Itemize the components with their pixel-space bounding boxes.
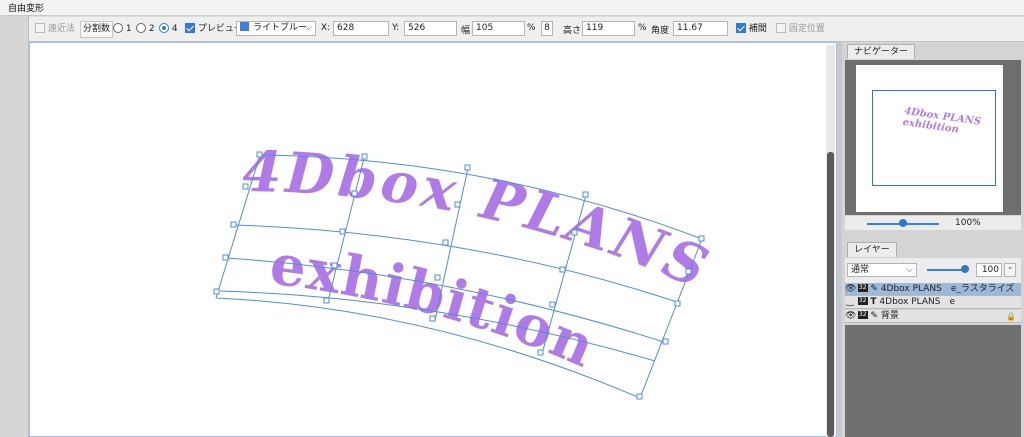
opacity-spin-icon[interactable]: ⌃	[1004, 263, 1016, 277]
layer-row[interactable]: 👁 32 ✎ 背景 🔒	[845, 310, 1021, 323]
angle-input[interactable]: 11.67	[673, 21, 728, 36]
blend-mode-value: 通常	[851, 265, 870, 275]
division-radio-2[interactable]: 2	[136, 22, 155, 36]
lock-icon[interactable]: 🔒	[1006, 310, 1016, 323]
pencil-icon: ✎	[870, 311, 878, 321]
layer-name: 4Dbox PLANS e_ラスタライズ	[880, 284, 1015, 294]
opacity-slider-track[interactable]	[927, 269, 965, 271]
radio-label: 4	[171, 24, 178, 34]
color-swatch	[240, 22, 249, 31]
window-title: 自由変形	[8, 4, 45, 14]
perspective-checkbox[interactable]: 遠近法	[35, 22, 75, 36]
height-label: 高さ	[563, 26, 582, 36]
radio-selected-icon	[159, 22, 169, 33]
zoom-value: 100%	[955, 218, 981, 228]
layer-controls: 通常 ⌵ 100 ⌃	[845, 258, 1021, 283]
color-value: ライトブルー	[253, 23, 308, 33]
y-label: Y:	[392, 23, 400, 33]
canvas-area[interactable]: 4Dbox PLANS exhibition	[29, 42, 837, 437]
tab-layers[interactable]: レイヤー	[847, 242, 897, 257]
opacity-slider-thumb[interactable]	[961, 265, 969, 273]
pencil-icon: ✎	[870, 284, 878, 294]
opacity-input[interactable]: 100	[976, 263, 1002, 277]
canvas-svg: 4Dbox PLANS exhibition	[213, 139, 717, 400]
x-label: X:	[321, 23, 331, 33]
radio-label: 1	[125, 24, 132, 34]
zoom-row: 100%	[845, 216, 1021, 230]
divisions-label: 分割数	[83, 24, 111, 34]
y-input[interactable]: 526	[404, 21, 457, 36]
link-aspect-icon[interactable]: 8	[541, 21, 553, 36]
radio-label: 2	[148, 24, 155, 34]
transform-toolbar: 遠近法 分割数 1 2 4 プレビュー ライトブルー ⌵ X: 628 Y: 5…	[29, 17, 1024, 42]
fixed-position-checkbox[interactable]: 固定位置	[776, 22, 825, 36]
layer-name: 4Dbox PLANS e	[879, 297, 955, 307]
zoom-slider-thumb[interactable]	[899, 219, 907, 227]
eye-icon[interactable]: 👁	[845, 310, 856, 323]
division-radio-4[interactable]: 4	[159, 22, 178, 36]
text-layer-icon: T	[870, 297, 877, 307]
bit-depth-badge: 32	[857, 283, 868, 292]
radio-icon	[113, 22, 123, 33]
vertical-scroll-thumb[interactable]	[827, 152, 834, 437]
checkbox-icon	[35, 22, 45, 33]
eye-icon[interactable]: 👁	[845, 283, 856, 296]
interpolate-checkbox[interactable]: 補間	[736, 22, 767, 36]
angle-label: 角度	[651, 26, 670, 36]
perspective-label: 遠近法	[47, 24, 75, 34]
fixed-position-label: 固定位置	[788, 24, 825, 34]
height-input[interactable]: 119	[582, 21, 635, 36]
width-label: 幅	[461, 26, 471, 36]
left-tool-strip	[0, 16, 29, 437]
eye-closed-icon[interactable]: ‿	[845, 296, 855, 309]
layer-list-empty-area	[845, 325, 1021, 437]
height-unit: %	[638, 23, 647, 33]
tab-navigator[interactable]: ナビゲーター	[847, 44, 916, 59]
chevron-down-icon: ⌵	[906, 265, 913, 275]
width-input[interactable]: 105	[472, 21, 525, 36]
width-unit: %	[527, 23, 536, 33]
chevron-down-icon: ⌵	[305, 23, 312, 33]
color-select[interactable]: ライトブルー ⌵	[236, 21, 316, 36]
checkbox-icon	[776, 22, 786, 33]
bit-depth-badge: 32	[857, 296, 868, 305]
title-bar: 自由変形	[0, 0, 1024, 16]
layer-name: 背景	[880, 311, 899, 321]
checkbox-checked-icon	[736, 22, 746, 33]
bit-depth-badge: 32	[857, 310, 868, 319]
x-input[interactable]: 628	[333, 21, 389, 36]
divisions-group: 分割数	[80, 21, 114, 38]
preview-checkbox[interactable]: プレビュー	[185, 22, 243, 36]
checkbox-checked-icon	[185, 22, 195, 33]
division-radio-1[interactable]: 1	[113, 22, 132, 36]
blend-mode-select[interactable]: 通常 ⌵	[847, 263, 917, 277]
interpolate-label: 補間	[748, 24, 767, 34]
radio-icon	[136, 22, 146, 33]
layer-row[interactable]: 👁 32 ✎ 4Dbox PLANS e_ラスタライズ	[845, 283, 1021, 296]
layer-row[interactable]: ‿ 32 T 4Dbox PLANS e	[845, 296, 1021, 309]
